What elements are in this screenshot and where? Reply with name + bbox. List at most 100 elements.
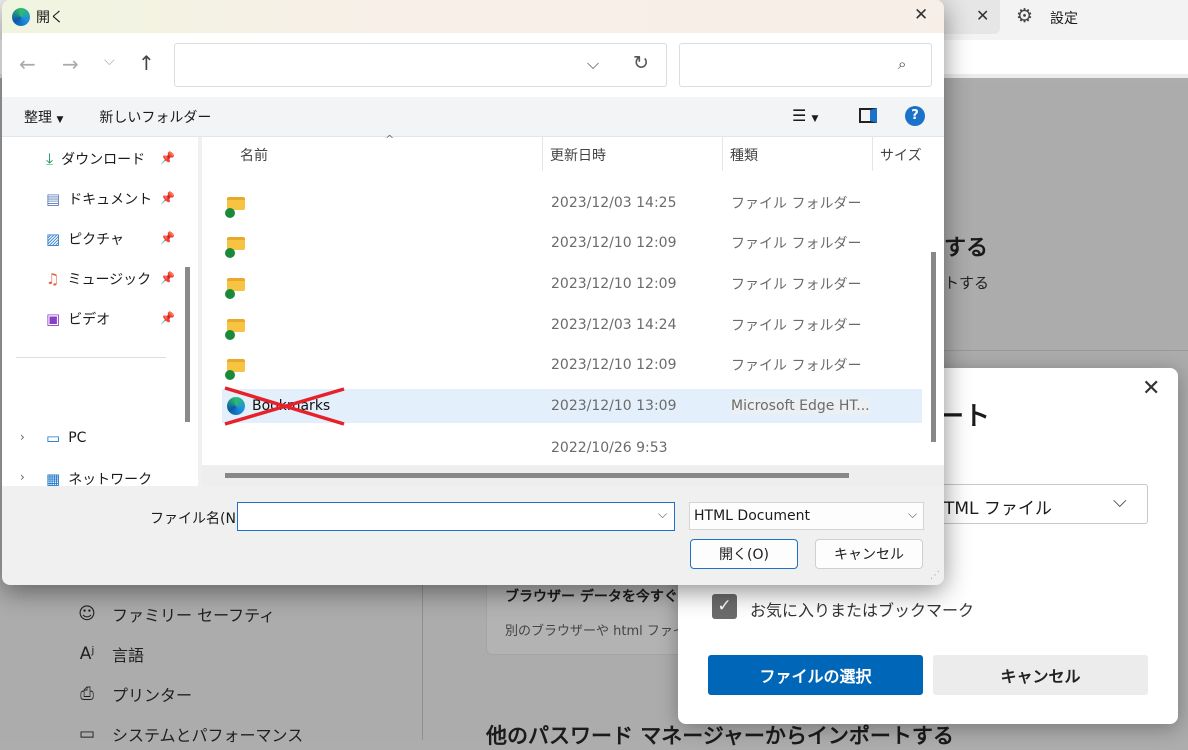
tree-item-pc[interactable]: ▭ PC bbox=[46, 429, 86, 447]
file-row[interactable]: 2023/12/10 12:09 ファイル フォルダー bbox=[222, 226, 922, 260]
tree-item-music[interactable]: ♫ ミュージック bbox=[46, 269, 151, 289]
pin-icon[interactable]: 📌 bbox=[160, 191, 175, 205]
laptop-icon: ▭ bbox=[78, 724, 96, 744]
chevron-down-icon: ⌵ bbox=[1113, 491, 1127, 512]
file-row[interactable]: 2023/12/10 12:09 ファイル フォルダー bbox=[222, 348, 922, 382]
sync-check-icon bbox=[225, 248, 235, 258]
file-row[interactable]: 2023/12/10 12:09 ファイル フォルダー bbox=[222, 267, 922, 301]
forward-icon[interactable]: → bbox=[62, 52, 79, 76]
divider bbox=[16, 357, 166, 358]
help-icon[interactable]: ? bbox=[905, 106, 925, 126]
tree-item-videos[interactable]: ▣ ビデオ bbox=[46, 309, 110, 329]
up-icon[interactable]: ↑ bbox=[138, 51, 155, 75]
file-open-dialog: 開く ✕ ← → ⌵ ↑ ⌵ ↻ ⌕ 整理 ▼ 新しいフォルダー ☰ ▼ ? ⤓… bbox=[2, 0, 944, 585]
cancel-button[interactable]: キャンセル bbox=[933, 655, 1148, 695]
file-row-selected[interactable]: Bookmarks 2023/12/10 13:09 Microsoft Edg… bbox=[222, 386, 922, 426]
family-icon: ☺ bbox=[78, 604, 96, 624]
file-date: 2022/10/26 9:53 bbox=[551, 440, 668, 456]
cancel-button[interactable]: キャンセル bbox=[815, 539, 923, 569]
download-icon: ⤓ bbox=[46, 149, 54, 168]
search-icon: ⌕ bbox=[898, 55, 907, 73]
column-date[interactable]: 更新日時 bbox=[550, 145, 606, 165]
sidebar-item-language[interactable]: Aʲ 言語 bbox=[76, 642, 144, 666]
choose-file-button[interactable]: ファイルの選択 bbox=[708, 655, 923, 695]
column-size[interactable]: サイズ bbox=[880, 145, 922, 165]
documents-icon: ▤ bbox=[46, 190, 61, 208]
source-select-value: TML ファイル bbox=[944, 499, 1052, 519]
open-button[interactable]: 開く(O) bbox=[690, 539, 798, 569]
horizontal-scrollbar[interactable] bbox=[225, 473, 849, 478]
preview-pane-icon[interactable] bbox=[859, 108, 877, 123]
file-date: 2023/12/03 14:24 bbox=[551, 317, 677, 333]
tree-item-pictures[interactable]: ▨ ピクチャ bbox=[46, 229, 124, 249]
sidebar-item-family[interactable]: ☺ ファミリー セーフティ bbox=[76, 602, 275, 626]
tree-item-documents[interactable]: ▤ ドキュメント bbox=[46, 189, 152, 209]
recent-chevron-icon[interactable]: ⌵ bbox=[104, 53, 115, 69]
sidebar-item-printer[interactable]: ⎙ プリンター bbox=[76, 682, 192, 706]
close-icon[interactable]: ✕ bbox=[914, 5, 928, 25]
divider bbox=[944, 350, 1188, 351]
pin-icon[interactable]: 📌 bbox=[160, 271, 175, 285]
sidebar-label: システムとパフォーマンス bbox=[112, 726, 304, 745]
new-folder-button[interactable]: 新しいフォルダー bbox=[99, 107, 211, 127]
search-input[interactable]: ⌕ bbox=[679, 43, 932, 87]
pin-icon[interactable]: 📌 bbox=[160, 311, 175, 325]
organize-label: 整理 bbox=[24, 109, 52, 126]
chevron-down-icon: ⌵ bbox=[908, 507, 918, 521]
filename-label: ファイル名(N): bbox=[150, 511, 247, 527]
sidebar-divider bbox=[422, 560, 423, 740]
column-type[interactable]: 種類 bbox=[730, 145, 758, 165]
file-row[interactable]: 2023/12/03 14:24 ファイル フォルダー bbox=[222, 308, 922, 342]
expand-chevron-icon[interactable]: › bbox=[20, 430, 25, 444]
expand-chevron-icon[interactable]: › bbox=[20, 470, 25, 484]
tree-label: ビデオ bbox=[68, 312, 111, 328]
favorites-checkbox[interactable]: ✓ bbox=[712, 594, 737, 619]
file-type: ファイル フォルダー bbox=[731, 318, 862, 334]
sync-check-icon bbox=[225, 208, 235, 218]
tooltip-text: Microsoft Edge HT1 bbox=[822, 398, 944, 414]
chevron-down-icon[interactable]: ⌵ bbox=[658, 507, 667, 522]
filename-input[interactable]: ⌵ bbox=[237, 502, 675, 531]
column-separator[interactable] bbox=[872, 137, 873, 171]
chevron-down-icon[interactable]: ⌵ bbox=[587, 54, 599, 74]
sidebar-label: 言語 bbox=[112, 646, 145, 665]
title-bar: 開く ✕ bbox=[2, 0, 944, 33]
pin-icon[interactable]: 📌 bbox=[160, 151, 175, 165]
navigation-bar: ← → ⌵ ↑ ⌵ ↻ ⌕ bbox=[2, 33, 944, 97]
close-icon[interactable]: ✕ bbox=[1142, 376, 1160, 401]
file-date: 2023/12/10 13:09 bbox=[551, 398, 677, 414]
column-name[interactable]: 名前 bbox=[240, 145, 268, 165]
file-row[interactable]: 2022/10/26 9:53 bbox=[222, 431, 922, 465]
file-row[interactable]: 2023/12/03 14:25 ファイル フォルダー bbox=[222, 186, 922, 220]
filetype-select[interactable]: HTML Document ⌵ bbox=[689, 502, 924, 530]
vertical-scrollbar[interactable] bbox=[931, 252, 936, 442]
refresh-icon[interactable]: ↻ bbox=[633, 52, 649, 74]
file-type: ファイル フォルダー bbox=[731, 196, 862, 212]
sidebar-item-system[interactable]: ▭ システムとパフォーマンス bbox=[76, 722, 303, 746]
organize-menu[interactable]: 整理 ▼ bbox=[24, 107, 63, 127]
network-icon: ▦ bbox=[46, 470, 61, 488]
view-menu-icon[interactable]: ☰ ▼ bbox=[792, 106, 818, 125]
resize-grip-icon[interactable]: ⋰ bbox=[930, 570, 940, 581]
column-separator[interactable] bbox=[542, 137, 543, 171]
videos-icon: ▣ bbox=[46, 310, 61, 328]
address-input[interactable]: ⌵ ↻ bbox=[174, 43, 667, 87]
sort-up-icon: ^ bbox=[385, 133, 395, 146]
back-icon[interactable]: ← bbox=[19, 52, 36, 76]
gear-icon: ⚙ bbox=[1016, 5, 1034, 27]
card-description: 別のブラウザーや html ファイル bbox=[505, 624, 699, 639]
tree-scrollbar[interactable] bbox=[185, 267, 190, 422]
tree-item-network[interactable]: ▦ ネットワーク bbox=[46, 469, 152, 489]
tree-label: ダウンロード bbox=[61, 152, 146, 168]
pin-icon[interactable]: 📌 bbox=[160, 231, 175, 245]
browser-tab[interactable]: ✕ bbox=[940, 0, 1000, 34]
filetype-value: HTML Document bbox=[694, 508, 810, 524]
dialog-title: ート bbox=[938, 402, 991, 432]
settings-tab-title[interactable]: 設定 bbox=[1050, 8, 1078, 28]
card-title: ブラウザー データを今すぐイ bbox=[505, 589, 692, 605]
edge-logo-icon bbox=[12, 7, 30, 26]
music-icon: ♫ bbox=[46, 270, 60, 288]
tree-item-downloads[interactable]: ⤓ ダウンロード bbox=[46, 149, 145, 169]
column-separator[interactable] bbox=[722, 137, 723, 171]
close-tab-icon[interactable]: ✕ bbox=[976, 6, 989, 25]
